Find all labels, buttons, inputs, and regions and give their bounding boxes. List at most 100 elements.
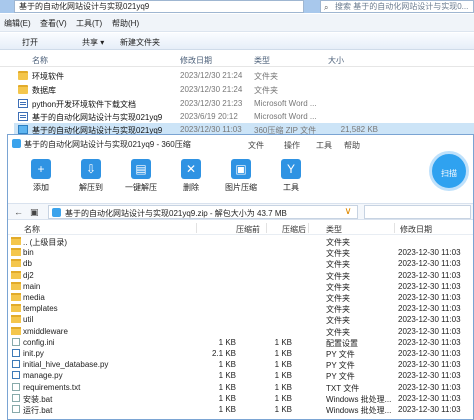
zip-entry-after: 1 KB [274,349,292,358]
zip-menu-operate[interactable]: 操作 [284,140,300,151]
zip-table-row[interactable]: db 文件夹 2023-12-30 11:03 [8,258,473,269]
python-file-icon [12,349,20,357]
zip-entry-before: 1 KB [218,405,236,414]
zip-entry-name: dj2 [23,270,34,280]
zip-table-row[interactable]: xmiddleware 文件夹 2023-12-30 11:03 [8,326,473,337]
one-click-extract-button[interactable]: ▤ 一键解压 [118,159,164,199]
zip-entry-after: 1 KB [274,405,292,414]
word-doc-icon [18,112,28,121]
search-icon: ⌕ [324,3,329,12]
zip-icon [18,125,28,134]
zip-entry-date: 2023-12-30 11:03 [398,248,461,258]
explorer-file-row[interactable]: python开发环境软件下载文档 2023/12/30 21:23 Micros… [14,97,474,110]
up-folder-icon[interactable]: ▣ [30,207,39,218]
zip-table-row[interactable]: media 文件夹 2023-12-30 11:03 [8,292,473,303]
zip-entry-date: 2023-12-30 11:03 [398,360,461,370]
zip-table-row[interactable]: manage.py 1 KB 1 KB PY 文件 2023-12-30 11:03 [8,370,473,381]
menu-edit[interactable]: 编辑(E) [4,18,31,29]
zip-entry-date: 2023-12-30 11:03 [398,281,461,291]
column-name[interactable]: 名称 [32,55,48,66]
folder-icon [11,304,21,313]
tools-icon: Y [281,159,301,179]
zip-entry-name: util [23,315,34,325]
zip-entry-date: 2023-12-30 11:03 [398,315,461,325]
zip-entry-date: 2023-12-30 11:03 [398,304,461,314]
zip-table-row[interactable]: 运行.bat 1 KB 1 KB Windows 批处理... 2023-12-30 1… [8,404,473,415]
explorer-search-input[interactable]: ⌕ 搜索 基于的自动化网站设计与实现0... [320,0,474,13]
explorer-toolbar: 打开 共享 ▾ 新建文件夹 [0,33,474,50]
zip-column-name[interactable]: 名称 [24,224,40,235]
zip-entry-after: 1 KB [274,371,292,381]
zip-entry-name: initial_hive_database.py [23,360,109,370]
folder-icon [11,281,21,290]
zip-table-row[interactable]: config.ini 1 KB 1 KB 配置设置 2023-12-30 11:03 [8,337,473,348]
explorer-file-row[interactable]: 数据库 2023/12/30 21:24 文件夹 [14,83,474,96]
delete-button[interactable]: ✕ 删除 [168,159,214,199]
share-button[interactable]: 共享 ▾ [82,37,104,48]
zip-column-type[interactable]: 类型 [326,224,342,235]
zip-table-row[interactable]: main 文件夹 2023-12-30 11:03 [8,281,473,292]
file-icon [12,405,20,413]
tools-button[interactable]: Y 工具 [268,159,314,199]
zip-column-date[interactable]: 修改日期 [400,224,432,235]
file-icon [12,337,20,346]
zip-menu-tools[interactable]: 工具 [316,140,332,151]
menu-tools[interactable]: 工具(T) [76,18,102,29]
zip-column-after[interactable]: 压缩后 [282,224,306,235]
zip-entry-date: 2023-12-30 11:03 [398,293,461,302]
zip-search-input[interactable] [364,205,471,219]
zip-entry-date: 2023-12-30 11:03 [398,405,461,414]
zip-table-row[interactable]: init.py 2.1 KB 1 KB PY 文件 2023-12-30 11:03 [8,348,473,359]
zip-entry-date: 2023-12-30 11:03 [398,326,461,336]
file-icon [12,393,20,402]
menu-view[interactable]: 查看(V) [40,18,67,29]
path-dropdown-icon[interactable]: ∨ [338,205,358,219]
zip-table-row[interactable]: util 文件夹 2023-12-30 11:03 [8,314,473,325]
folder-icon [11,237,21,245]
zip-entry-after: 1 KB [274,360,292,370]
word-doc-icon [18,99,28,108]
new-folder-button[interactable]: 新建文件夹 [120,37,160,48]
scan-button[interactable]: 扫描 [429,151,469,191]
zip-table-row[interactable]: bin 文件夹 2023-12-30 11:03 [8,247,473,258]
zip-entry-date: 2023-12-30 11:03 [398,371,461,381]
zip-table-row[interactable]: 安装.bat 1 KB 1 KB Windows 批处理... 2023-12-30 1… [8,393,473,404]
zip-entry-before: 1 KB [218,382,236,392]
zip-table-row[interactable]: .. (上级目录) 文件夹 [8,236,473,247]
explorer-file-row[interactable]: 环境软件 2023/12/30 21:24 文件夹 [14,69,474,82]
zip-entry-date: 2023-12-30 11:03 [398,270,461,280]
zip-entry-name: config.ini [23,337,55,347]
zip-column-before[interactable]: 压缩前 [236,224,260,235]
extract-to-button[interactable]: ⇩ 解压到 [68,159,114,199]
zip-entry-date: 2023-12-30 11:03 [398,382,461,392]
zip-toolbar: + 添加 ⇩ 解压到 ▤ 一键解压 ✕ 删除 ▣ 图片压缩 Y 工具 [8,153,473,201]
zip-table-row[interactable]: requirements.txt 1 KB 1 KB TXT 文件 2023-12-30… [8,382,473,393]
column-size[interactable]: 大小 [328,55,344,66]
column-date[interactable]: 修改日期 [180,55,212,66]
zip-entry-name: db [23,259,32,269]
zip-menu-file[interactable]: 文件 [248,140,264,151]
add-button[interactable]: + 添加 [18,159,64,199]
zip-entry-before: 2.1 KB [211,349,236,358]
zip-entry-name: 运行.bat [23,406,53,415]
zip-window: 基于的自动化网站设计与实现021yq9 - 360压缩 文件 操作 工具 帮助 … [7,134,474,420]
zip-table-row[interactable]: dj2 文件夹 2023-12-30 11:03 [8,270,473,281]
zip-menu-help[interactable]: 帮助 [344,140,360,151]
folder-icon [18,85,28,94]
zip-entry-name: init.py [23,349,44,358]
zip-table-row[interactable]: templates 文件夹 2023-12-30 11:03 [8,303,473,314]
column-type[interactable]: 类型 [254,55,270,66]
back-icon[interactable]: ← [14,207,23,217]
image-compress-button[interactable]: ▣ 图片压缩 [218,159,264,199]
add-icon: + [31,159,51,179]
zip-path-field[interactable]: 基于的自动化网站设计与实现021yq9.zip - 解包大小为 43.7 MB [48,205,358,219]
explorer-menubar: 编辑(E) 查看(V) 工具(T) 帮助(H) [0,14,474,32]
menu-help[interactable]: 帮助(H) [112,18,139,29]
open-button[interactable]: 打开 [22,37,38,48]
folder-icon [11,293,21,301]
file-icon [12,382,20,391]
delete-icon: ✕ [181,159,201,179]
explorer-address-bar[interactable]: 基于的自动化网站设计与实现021yq9 [14,0,304,13]
zip-table-row[interactable]: initial_hive_database.py 1 KB 1 KB PY 文件 202… [8,359,473,370]
explorer-file-row[interactable]: 基于的自动化网站设计与实现021yq9 2023/6/19 20:12 Micr… [14,110,474,123]
